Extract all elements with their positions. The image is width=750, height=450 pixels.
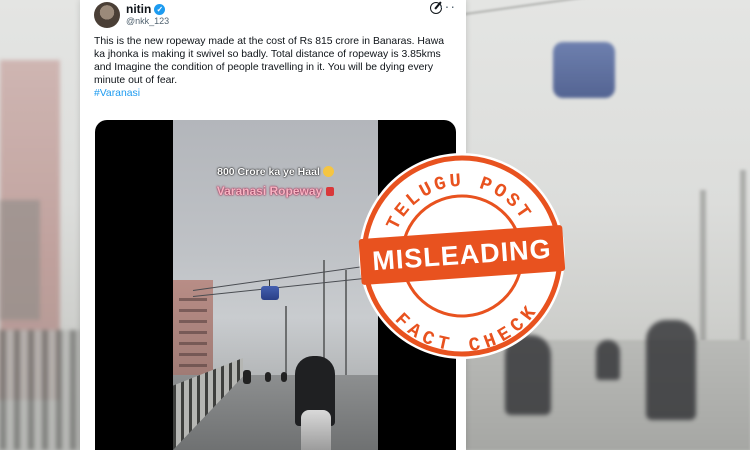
video-bike — [265, 372, 271, 382]
background-pole — [700, 190, 706, 350]
tweet-text: This is the new ropeway made at the cost… — [94, 35, 456, 100]
background-pole — [740, 170, 746, 360]
author-name[interactable]: nitin ✓ — [126, 2, 166, 16]
verified-badge-icon: ✓ — [154, 4, 166, 15]
video-caption-line2: Varanasi Ropeway — [173, 184, 378, 198]
video-frame: 800 Crore ka ye Haal Varanasi Ropeway — [173, 120, 378, 450]
video-gondola — [261, 280, 279, 300]
tweet-body: This is the new ropeway made at the cost… — [94, 36, 444, 86]
background-gondola — [553, 42, 615, 98]
background-cable — [429, 0, 750, 20]
author-handle[interactable]: @nkk_123 — [126, 16, 169, 26]
smile-emoji-icon — [322, 166, 334, 177]
video-caption-line1-text: 800 Crore ka ye Haal — [217, 166, 320, 178]
video-pole — [285, 306, 287, 376]
background-rider — [646, 320, 696, 420]
author-name-text[interactable]: nitin — [126, 2, 151, 16]
video-pole — [345, 270, 347, 380]
tweet-header: nitin ✓ @nkk_123 ··· — [94, 0, 456, 30]
video-bike — [243, 370, 251, 384]
aerial-tramway-icon — [326, 187, 335, 196]
background-rider — [596, 340, 620, 380]
video-caption-line1: 800 Crore ka ye Haal — [173, 166, 378, 178]
more-options-icon[interactable]: ··· — [439, 0, 456, 14]
video-scooter — [301, 410, 331, 450]
background-building — [0, 200, 40, 320]
fact-check-stamp: TELUGU POST FACT CHECK MISLEADING — [358, 153, 566, 362]
avatar[interactable] — [94, 2, 120, 28]
video-caption-line2-text: Varanasi Ropeway — [216, 184, 323, 198]
hashtag-link[interactable]: #Varanasi — [94, 88, 140, 99]
video-bike — [281, 372, 287, 382]
